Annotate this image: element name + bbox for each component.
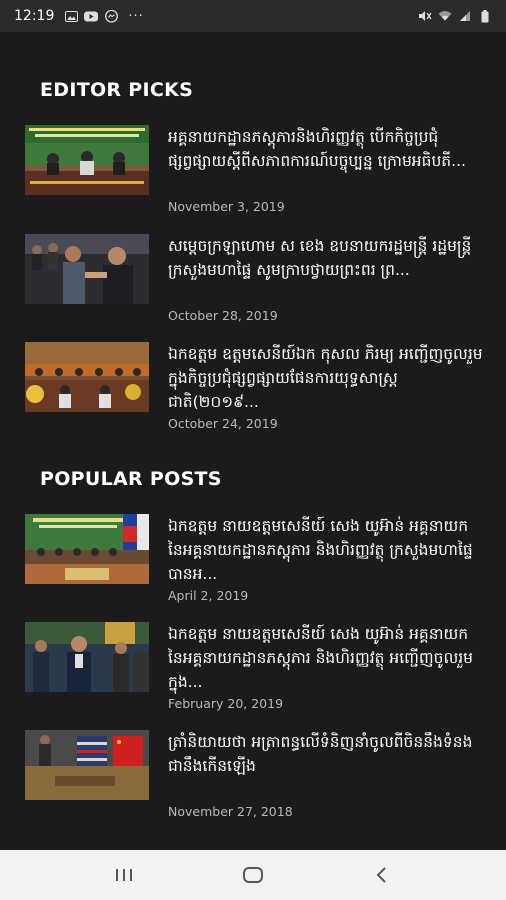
post-thumbnail[interactable] bbox=[25, 125, 149, 195]
status-bar: 12:19 ··· bbox=[0, 0, 506, 32]
system-icons bbox=[418, 9, 492, 22]
gallery-icon bbox=[64, 10, 78, 22]
post-thumbnail[interactable] bbox=[25, 234, 149, 304]
status-time: 12:19 bbox=[14, 8, 55, 24]
post-title[interactable]: ត្រាំនិយាយថា អត្រាពន្ធលើទំនិញនាំចូលពីចិន… bbox=[168, 730, 485, 802]
post-title[interactable]: ឯកឧត្តម ឧត្តមសេនីយ៍ឯក កុសល ភិរម្យ អញ្ជើញ… bbox=[168, 342, 485, 414]
post-title[interactable]: សម្ដេចក្រឡាហោម ស ខេង ឧបនាយករដ្ឋមន្រ្តី រ… bbox=[168, 234, 485, 306]
post-date: November 3, 2019 bbox=[168, 199, 285, 214]
signal-icon bbox=[458, 10, 472, 22]
battery-icon bbox=[478, 9, 492, 22]
recent-apps-icon[interactable] bbox=[104, 855, 144, 895]
notification-icons bbox=[64, 9, 118, 23]
popular-post-item[interactable]: ឯកឧត្តម នាយឧត្តមសេនីយ៍ សេង យូអ៊ាន់ អគ្គន… bbox=[25, 514, 485, 604]
post-thumbnail[interactable] bbox=[25, 342, 149, 412]
editor-pick-item[interactable]: ឯកឧត្តម ឧត្តមសេនីយ៍ឯក កុសល ភិរម្យ អញ្ជើញ… bbox=[25, 342, 485, 432]
editor-picks-title: EDITOR PICKS bbox=[40, 79, 194, 101]
post-date: October 24, 2019 bbox=[168, 416, 278, 431]
more-notifications-icon: ··· bbox=[128, 8, 144, 24]
main-content: EDITOR PICKS អគ្គនាយកដ្ឋានភស្តុភារនិងហិរ… bbox=[0, 32, 506, 850]
editor-pick-item[interactable]: សម្ដេចក្រឡាហោម ស ខេង ឧបនាយករដ្ឋមន្រ្តី រ… bbox=[25, 234, 485, 324]
post-title[interactable]: ឯកឧត្តម នាយឧត្តមសេនីយ៍ សេង យូអ៊ាន់ អគ្គន… bbox=[168, 622, 485, 694]
post-thumbnail[interactable] bbox=[25, 730, 149, 800]
popular-post-item[interactable]: ឯកឧត្តម នាយឧត្តមសេនីយ៍ សេង យូអ៊ាន់ អគ្គន… bbox=[25, 622, 485, 712]
messenger-icon bbox=[104, 9, 118, 23]
popular-post-item[interactable]: ត្រាំនិយាយថា អត្រាពន្ធលើទំនិញនាំចូលពីចិន… bbox=[25, 730, 485, 820]
editor-pick-item[interactable]: អគ្គនាយកដ្ឋានភស្តុភារនិងហិរញ្ញវត្ថុ បើកក… bbox=[25, 125, 485, 215]
post-date: November 27, 2018 bbox=[168, 804, 293, 819]
post-title[interactable]: ឯកឧត្តម នាយឧត្តមសេនីយ៍ សេង យូអ៊ាន់ អគ្គន… bbox=[168, 514, 485, 586]
system-navigation-bar bbox=[0, 850, 506, 900]
popular-posts-title: POPULAR POSTS bbox=[40, 468, 222, 490]
youtube-icon bbox=[84, 10, 99, 22]
post-thumbnail[interactable] bbox=[25, 622, 149, 692]
post-thumbnail[interactable] bbox=[25, 514, 149, 584]
post-date: April 2, 2019 bbox=[168, 588, 249, 603]
post-title[interactable]: អគ្គនាយកដ្ឋានភស្តុភារនិងហិរញ្ញវត្ថុ បើកក… bbox=[168, 125, 485, 197]
post-date: February 20, 2019 bbox=[168, 696, 284, 711]
home-icon[interactable] bbox=[233, 855, 273, 895]
wifi-icon bbox=[438, 10, 452, 22]
post-date: October 28, 2019 bbox=[168, 308, 278, 323]
back-icon[interactable] bbox=[362, 855, 402, 895]
mute-icon bbox=[418, 10, 432, 22]
